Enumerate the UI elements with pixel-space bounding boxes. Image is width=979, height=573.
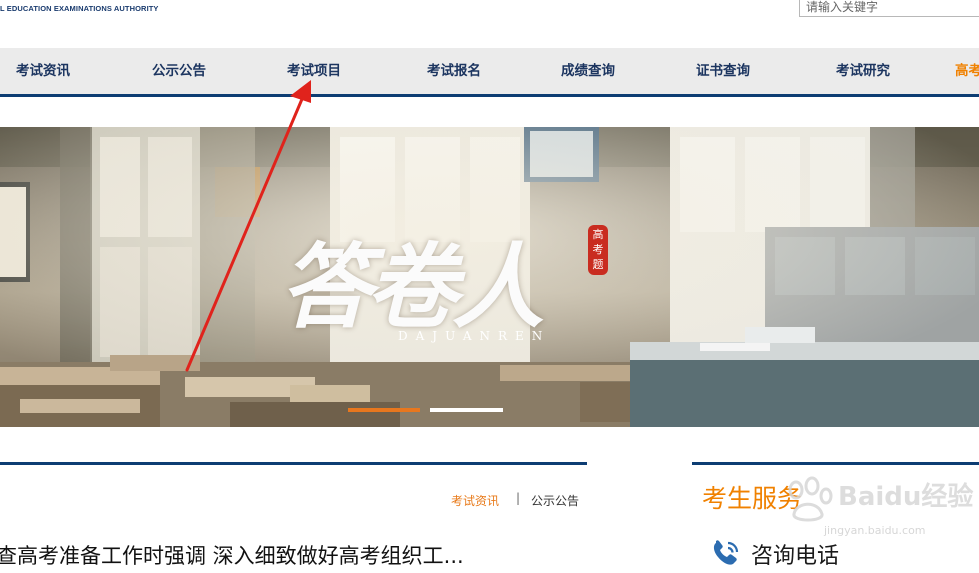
- watermark-text: Baidu经验: [838, 482, 974, 512]
- nav-item-exam-research[interactable]: 考试研究: [836, 48, 890, 94]
- nav-item-exam-registration[interactable]: 考试报名: [427, 48, 481, 94]
- banner-title: 答卷人: [280, 233, 544, 341]
- nav-item-score-query[interactable]: 成绩查询: [561, 48, 615, 94]
- header-authority-text: L EDUCATION EXAMINATIONS AUTHORITY: [0, 4, 159, 13]
- slide-indicator-active[interactable]: [348, 408, 420, 412]
- watermark-url: jingyan.baidu.com: [824, 524, 926, 537]
- baidu-jingyan-watermark: Baidu经验 jingyan.baidu.com: [778, 474, 978, 537]
- news-section-divider: [0, 462, 587, 465]
- hero-banner[interactable]: 答卷人 高考题 DAJUANREN: [0, 127, 979, 427]
- service-consult-phone[interactable]: 咨询电话: [751, 538, 839, 570]
- nav-item-exam-projects[interactable]: 考试项目: [287, 48, 341, 94]
- nav-item-gaokao[interactable]: 高考: [955, 48, 979, 94]
- baidu-paw-icon: [788, 476, 833, 522]
- tab-separator: |: [516, 491, 521, 505]
- search-input[interactable]: [799, 0, 979, 17]
- banner-seal: 高考题: [588, 225, 608, 275]
- service-section-divider: [692, 462, 979, 465]
- tab-exam-news[interactable]: 考试资讯: [451, 492, 499, 509]
- nav-item-exam-news[interactable]: 考试资讯: [16, 48, 70, 94]
- phone-icon: [710, 539, 742, 573]
- nav-item-certificate-query[interactable]: 证书查询: [696, 48, 750, 94]
- slide-indicator[interactable]: [430, 408, 503, 412]
- main-nav: 考试资讯 公示公告 考试项目 考试报名 成绩查询 证书查询 考试研究 高考: [0, 48, 979, 97]
- nav-item-announcements[interactable]: 公示公告: [152, 48, 206, 94]
- banner-title-group: 答卷人 高考题 DAJUANREN: [270, 205, 690, 385]
- banner-subtitle: DAJUANREN: [398, 329, 551, 343]
- tab-announcements[interactable]: 公示公告: [531, 492, 579, 509]
